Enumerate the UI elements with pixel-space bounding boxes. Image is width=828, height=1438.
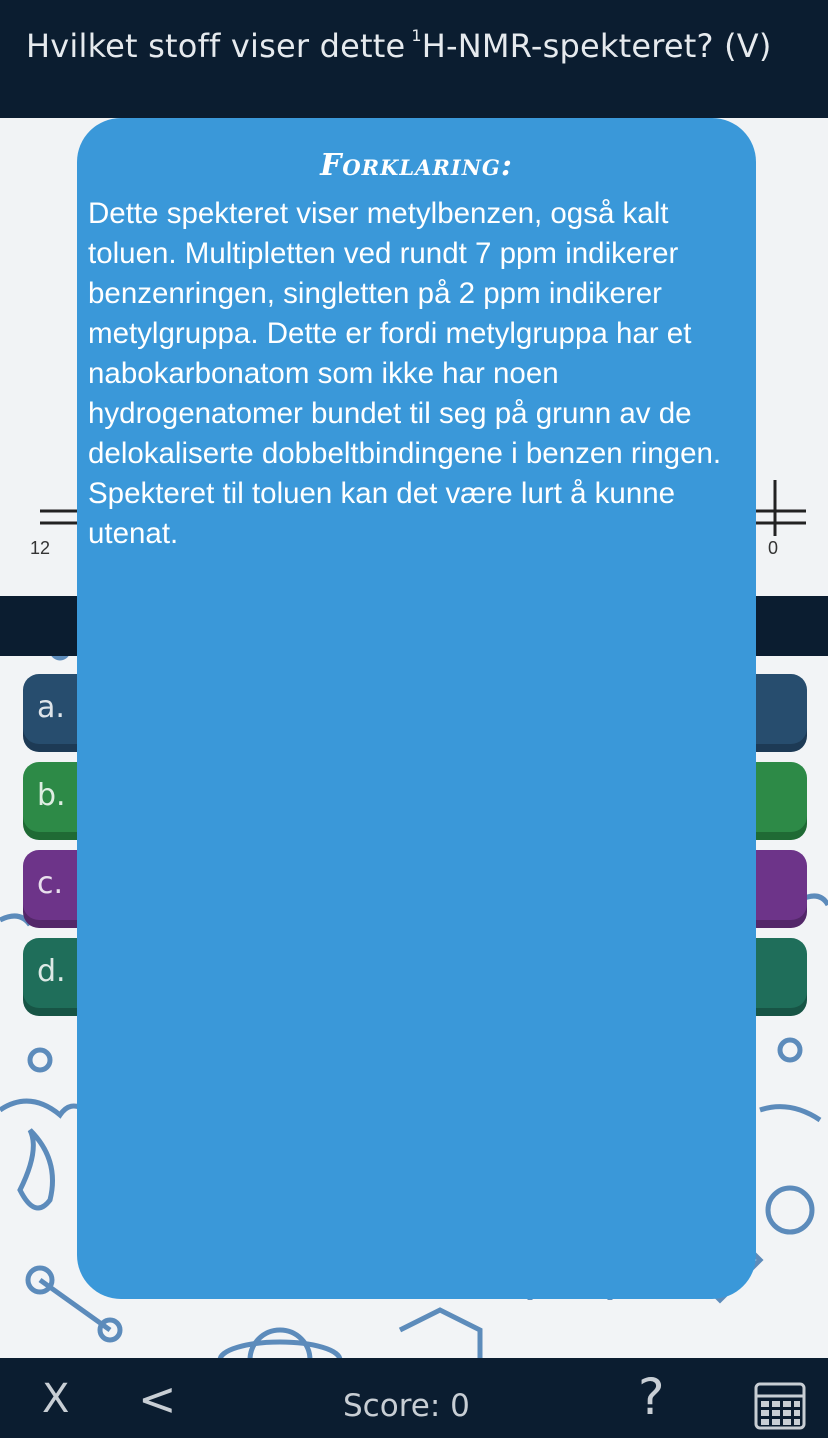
help-button[interactable]: ? bbox=[638, 1368, 665, 1426]
question-superscript: 1 bbox=[411, 26, 422, 45]
option-letter: a. bbox=[37, 690, 65, 725]
modal-title: Forklaring: bbox=[320, 148, 513, 183]
modal-body-text: Dette spekteret viser metylbenzen, også … bbox=[88, 197, 722, 550]
score-display: Score: 0 bbox=[343, 1388, 470, 1424]
calculator-icon[interactable] bbox=[754, 1382, 806, 1434]
back-button[interactable]: < bbox=[138, 1372, 177, 1426]
bottom-toolbar: X < Score: 0 ? bbox=[0, 1358, 828, 1438]
axis-label-left: 12 bbox=[30, 538, 51, 558]
option-letter: b. bbox=[37, 778, 66, 813]
question-suffix: H-NMR-spekteret? (V) bbox=[421, 27, 772, 65]
axis-label-right: 0 bbox=[768, 538, 779, 558]
option-letter: d. bbox=[37, 954, 66, 989]
explanation-modal[interactable]: Forklaring: Dette spekteret viser metylb… bbox=[77, 118, 756, 1299]
option-letter: c. bbox=[37, 866, 64, 901]
question-header: Hvilket stoff viser dette 1H-NMR-spektere… bbox=[0, 0, 828, 118]
question-prefix: Hvilket stoff viser dette bbox=[26, 27, 406, 65]
close-button[interactable]: X bbox=[42, 1376, 69, 1422]
question-text: Hvilket stoff viser dette 1H-NMR-spektere… bbox=[26, 26, 816, 65]
